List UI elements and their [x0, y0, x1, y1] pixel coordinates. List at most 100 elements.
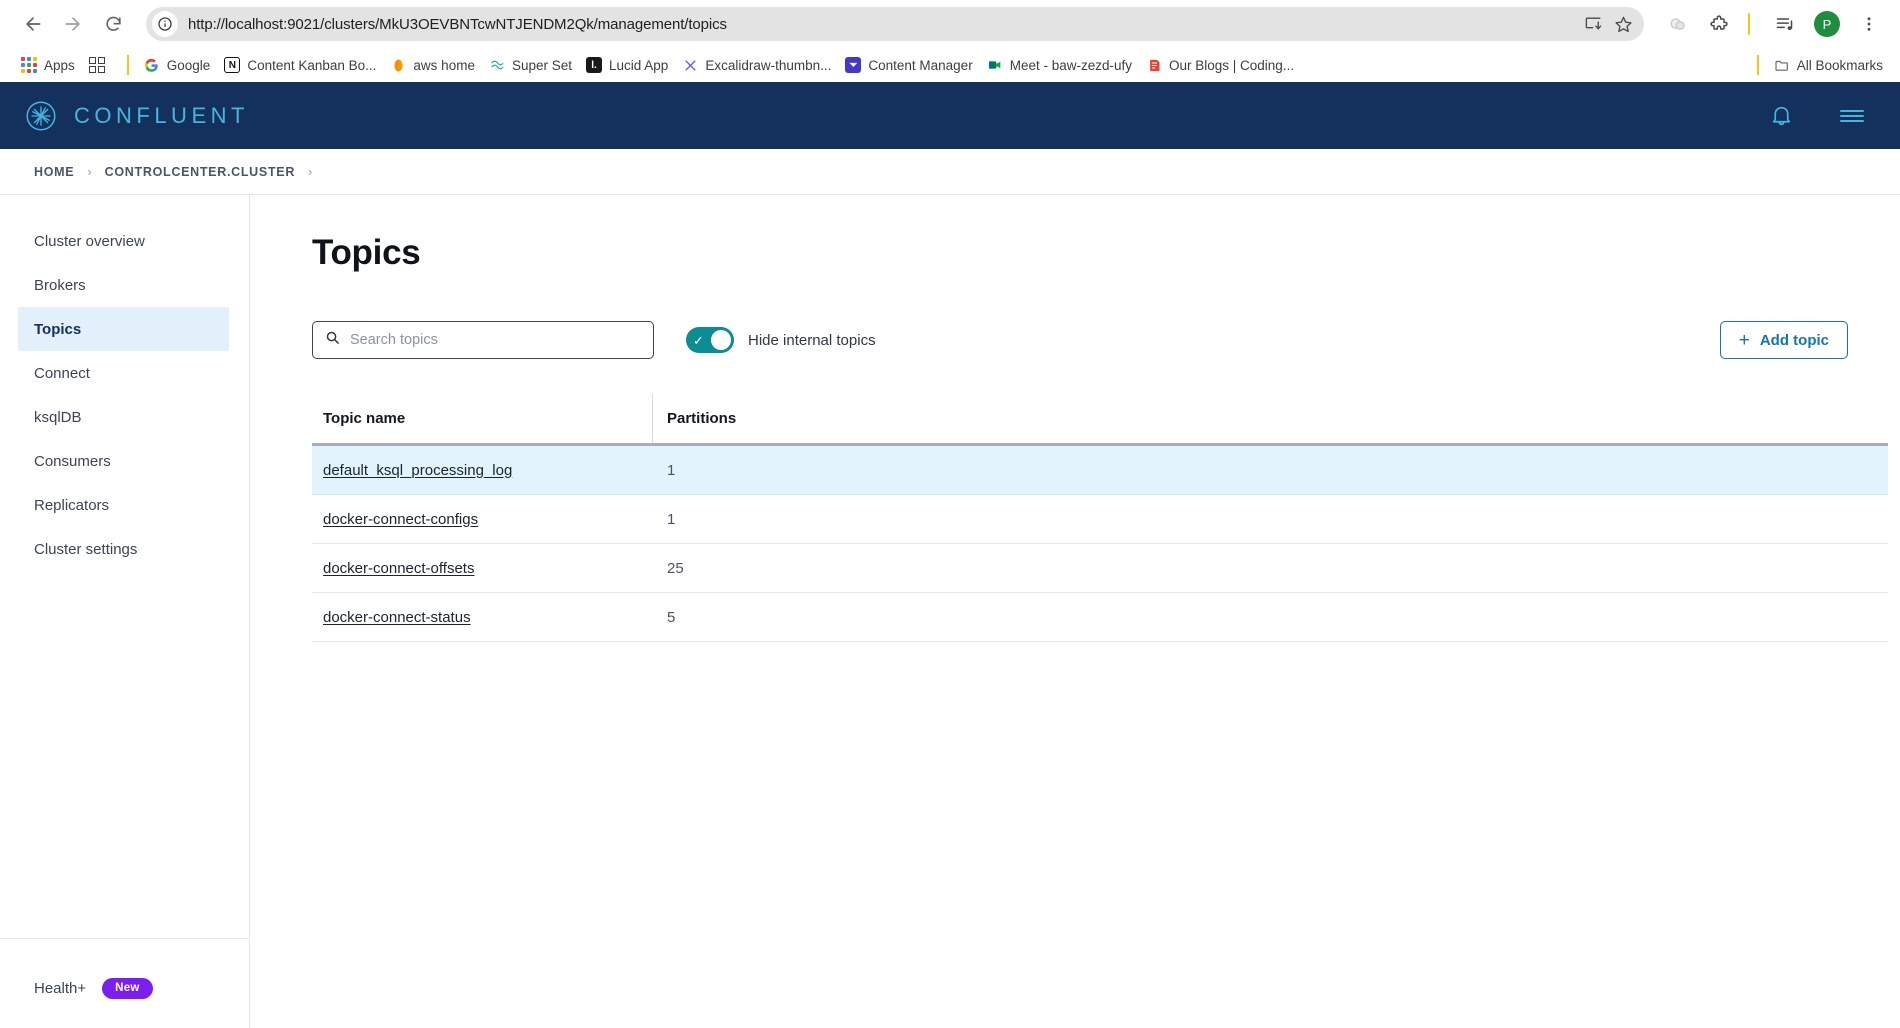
folder-icon: [1774, 57, 1790, 73]
address-bar[interactable]: http://localhost:9021/clusters/MkU3OEVBN…: [146, 7, 1644, 41]
sidebar-item-label: Cluster settings: [34, 540, 138, 558]
add-topic-button[interactable]: + Add topic: [1719, 321, 1848, 359]
sidebar-item-topics[interactable]: Topics: [18, 307, 229, 351]
sidebar-item-connect[interactable]: Connect: [18, 351, 229, 395]
avatar: P: [1814, 11, 1840, 37]
install-app-icon[interactable]: [1578, 9, 1608, 39]
sidebar-item-label: Health+: [34, 979, 87, 997]
bookmark-label: Our Blogs | Coding...: [1169, 57, 1295, 73]
bookmark-apps[interactable]: Apps: [14, 54, 82, 76]
sidebar-item-label: Connect: [34, 364, 90, 382]
blog-icon: [1146, 57, 1162, 73]
sidebar-item-label: ksqlDB: [34, 408, 82, 426]
cell-topic-name: docker-connect-status: [312, 593, 653, 641]
bookmark-qr[interactable]: [82, 54, 119, 76]
sidebar-item-label: Cluster overview: [34, 232, 145, 250]
all-bookmarks-button[interactable]: All Bookmarks: [1767, 54, 1890, 76]
search-icon: [325, 330, 340, 350]
cell-partitions: 5: [667, 608, 676, 626]
info-circle-icon[interactable]: [152, 11, 178, 37]
bookmark-lucid-app[interactable]: l. Lucid App: [579, 54, 675, 76]
bookmark-label: Meet - baw-zezd-ufy: [1009, 57, 1132, 73]
back-button[interactable]: [14, 5, 52, 43]
apps-grid-icon: [21, 57, 37, 73]
page-title: Topics: [312, 233, 421, 272]
cell-topic-name: docker-connect-configs: [312, 495, 653, 543]
bookmark-label: Super Set: [511, 57, 572, 73]
hide-internal-topics-control[interactable]: ✓ Hide internal topics: [686, 327, 876, 353]
hide-internal-topics-toggle[interactable]: ✓: [686, 327, 734, 353]
table-row[interactable]: docker-connect-configs 1: [312, 495, 1888, 544]
hide-internal-topics-label: Hide internal topics: [748, 331, 876, 349]
reading-list-icon[interactable]: [1768, 7, 1802, 41]
bookmark-content-kanban[interactable]: N Content Kanban Bo...: [217, 54, 383, 76]
sidebar-item-label: Consumers: [34, 452, 111, 470]
sidebar-item-ksqldb[interactable]: ksqlDB: [18, 395, 229, 439]
bookmarks-divider: [126, 55, 129, 75]
excalidraw-icon: [682, 57, 698, 73]
check-icon: ✓: [693, 332, 704, 348]
breadcrumb-item-cluster[interactable]: CONTROLCENTER.CLUSTER: [105, 165, 295, 179]
sidebar-item-cluster-overview[interactable]: Cluster overview: [18, 219, 229, 263]
cell-partitions: 1: [667, 510, 676, 528]
topic-link[interactable]: docker-connect-configs: [323, 511, 478, 528]
star-icon[interactable]: [1608, 9, 1638, 39]
sidebar-item-brokers[interactable]: Brokers: [18, 263, 229, 307]
notion-icon: N: [224, 57, 241, 73]
toolbar-divider: [1748, 13, 1750, 35]
search-topics-box[interactable]: [312, 321, 654, 359]
sidebar-item-consumers[interactable]: Consumers: [18, 439, 229, 483]
topic-link[interactable]: docker-connect-status: [323, 609, 471, 626]
lens-icon[interactable]: [1660, 7, 1694, 41]
table-row[interactable]: docker-connect-offsets 25: [312, 544, 1888, 593]
confluent-starburst-icon: [22, 97, 60, 135]
bookmark-aws-home[interactable]: aws home: [383, 54, 482, 76]
table-row[interactable]: default_ksql_processing_log 1: [312, 446, 1888, 495]
breadcrumb: HOME › CONTROLCENTER.CLUSTER ›: [0, 149, 1900, 195]
aws-icon: [390, 57, 406, 73]
bookmark-content-manager[interactable]: ⏷ Content Manager: [838, 54, 979, 76]
sidebar-item-cluster-settings[interactable]: Cluster settings: [18, 527, 229, 571]
bookmark-label: Apps: [44, 57, 75, 73]
bookmark-google-meet[interactable]: Meet - baw-zezd-ufy: [980, 54, 1139, 76]
breadcrumb-separator: ›: [87, 164, 92, 179]
sidebar-item-health-plus[interactable]: Health+ New: [0, 939, 229, 1028]
app-body: Cluster overview Brokers Topics Connect …: [0, 195, 1900, 1028]
confluent-logo[interactable]: CONFLUENT: [22, 97, 249, 135]
topic-link[interactable]: default_ksql_processing_log: [323, 462, 512, 479]
cell-partitions: 25: [667, 559, 684, 577]
bookmark-our-blogs[interactable]: Our Blogs | Coding...: [1139, 54, 1301, 76]
cell-topic-name: default_ksql_processing_log: [312, 446, 653, 494]
breadcrumb-item-home[interactable]: HOME: [34, 165, 74, 179]
google-meet-icon: [987, 57, 1003, 73]
puzzle-icon[interactable]: [1702, 7, 1736, 41]
cell-topic-name: docker-connect-offsets: [312, 544, 653, 592]
bookmark-super-set[interactable]: Super Set: [482, 54, 579, 76]
topic-link[interactable]: docker-connect-offsets: [323, 560, 474, 577]
bookmark-label: Excalidraw-thumbn...: [705, 57, 832, 73]
bell-icon[interactable]: [1769, 103, 1794, 128]
sidebar-item-replicators[interactable]: Replicators: [18, 483, 229, 527]
hamburger-menu-icon[interactable]: [1838, 104, 1866, 128]
lucid-icon: l.: [586, 57, 602, 73]
breadcrumb-separator: ›: [308, 164, 313, 179]
forward-button[interactable]: [54, 5, 92, 43]
toggle-knob: [711, 330, 731, 350]
browser-toolbar: http://localhost:9021/clusters/MkU3OEVBN…: [0, 0, 1900, 48]
bookmark-google[interactable]: Google: [137, 54, 218, 76]
column-header-topic-name[interactable]: Topic name: [312, 394, 653, 443]
sidebar-item-label: Brokers: [34, 276, 86, 294]
bookmark-label: aws home: [413, 57, 475, 73]
table-row[interactable]: docker-connect-status 5: [312, 593, 1888, 642]
search-input[interactable]: [350, 332, 641, 348]
bookmark-excalidraw[interactable]: Excalidraw-thumbn...: [675, 54, 838, 76]
bookmark-label: Google: [166, 57, 211, 73]
bookmark-label: Content Kanban Bo...: [247, 57, 377, 73]
sidebar: Cluster overview Brokers Topics Connect …: [0, 195, 250, 1028]
column-header-partitions[interactable]: Partitions: [653, 394, 1888, 443]
profile-avatar[interactable]: P: [1810, 7, 1844, 41]
reload-button[interactable]: [94, 5, 132, 43]
sidebar-footer: Health+ New: [0, 938, 249, 1028]
qr-code-icon: [88, 57, 105, 73]
kebab-menu-icon[interactable]: [1852, 7, 1886, 41]
